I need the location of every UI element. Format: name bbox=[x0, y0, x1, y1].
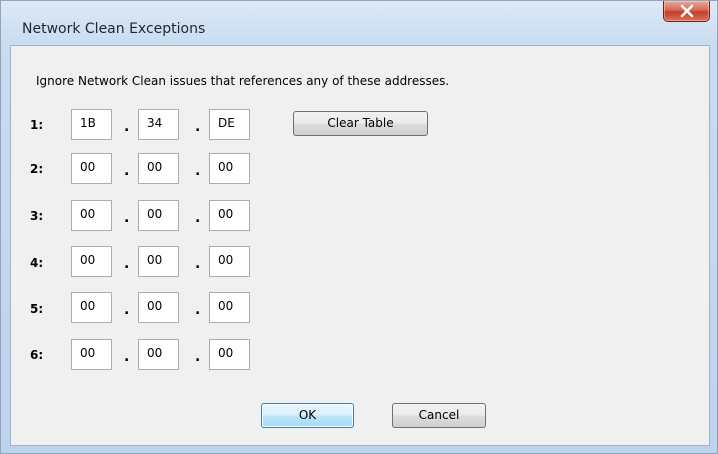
octet-separator: . bbox=[195, 163, 201, 179]
octet-separator: . bbox=[124, 302, 130, 318]
ok-button[interactable]: OK bbox=[261, 403, 354, 428]
octet-separator: . bbox=[195, 349, 201, 365]
address-octet-5-3[interactable]: 00 bbox=[209, 292, 250, 323]
address-octet-4-3[interactable]: 00 bbox=[209, 246, 250, 277]
clear-table-button[interactable]: Clear Table bbox=[293, 111, 428, 136]
row-label: 1: bbox=[30, 118, 44, 132]
octet-separator: . bbox=[195, 256, 201, 272]
address-octet-6-1[interactable]: 00 bbox=[71, 339, 112, 370]
octet-separator: . bbox=[124, 256, 130, 272]
address-octet-1-1[interactable]: 1B bbox=[71, 109, 112, 140]
address-octet-5-2[interactable]: 00 bbox=[138, 292, 179, 323]
row-label: 4: bbox=[30, 256, 44, 270]
address-octet-1-2[interactable]: 34 bbox=[138, 109, 179, 140]
row-label: 2: bbox=[30, 162, 44, 176]
address-octet-5-1[interactable]: 00 bbox=[71, 292, 112, 323]
octet-separator: . bbox=[124, 349, 130, 365]
row-label: 5: bbox=[30, 302, 44, 316]
instruction-text: Ignore Network Clean issues that referen… bbox=[36, 74, 450, 88]
address-octet-3-1[interactable]: 00 bbox=[71, 200, 112, 231]
address-octet-6-2[interactable]: 00 bbox=[138, 339, 179, 370]
address-octet-2-2[interactable]: 00 bbox=[138, 153, 179, 184]
address-octet-1-3[interactable]: DE bbox=[209, 109, 250, 140]
address-octet-6-3[interactable]: 00 bbox=[209, 339, 250, 370]
address-octet-3-3[interactable]: 00 bbox=[209, 200, 250, 231]
octet-separator: . bbox=[195, 302, 201, 318]
close-icon bbox=[680, 4, 694, 18]
octet-separator: . bbox=[124, 210, 130, 226]
dialog-window: Network Clean Exceptions Ignore Network … bbox=[0, 0, 718, 454]
octet-separator: . bbox=[124, 119, 130, 135]
title-bar[interactable]: Network Clean Exceptions bbox=[1, 1, 717, 45]
dialog-content: Ignore Network Clean issues that referen… bbox=[10, 45, 710, 446]
window-title: Network Clean Exceptions bbox=[22, 21, 206, 37]
row-label: 3: bbox=[30, 209, 44, 223]
octet-separator: . bbox=[195, 210, 201, 226]
octet-separator: . bbox=[124, 163, 130, 179]
address-octet-2-1[interactable]: 00 bbox=[71, 153, 112, 184]
address-octet-2-3[interactable]: 00 bbox=[209, 153, 250, 184]
octet-separator: . bbox=[195, 119, 201, 135]
address-octet-4-1[interactable]: 00 bbox=[71, 246, 112, 277]
address-octet-3-2[interactable]: 00 bbox=[138, 200, 179, 231]
address-octet-4-2[interactable]: 00 bbox=[138, 246, 179, 277]
row-label: 6: bbox=[30, 348, 44, 362]
close-button[interactable] bbox=[663, 1, 710, 22]
cancel-button[interactable]: Cancel bbox=[392, 403, 486, 428]
